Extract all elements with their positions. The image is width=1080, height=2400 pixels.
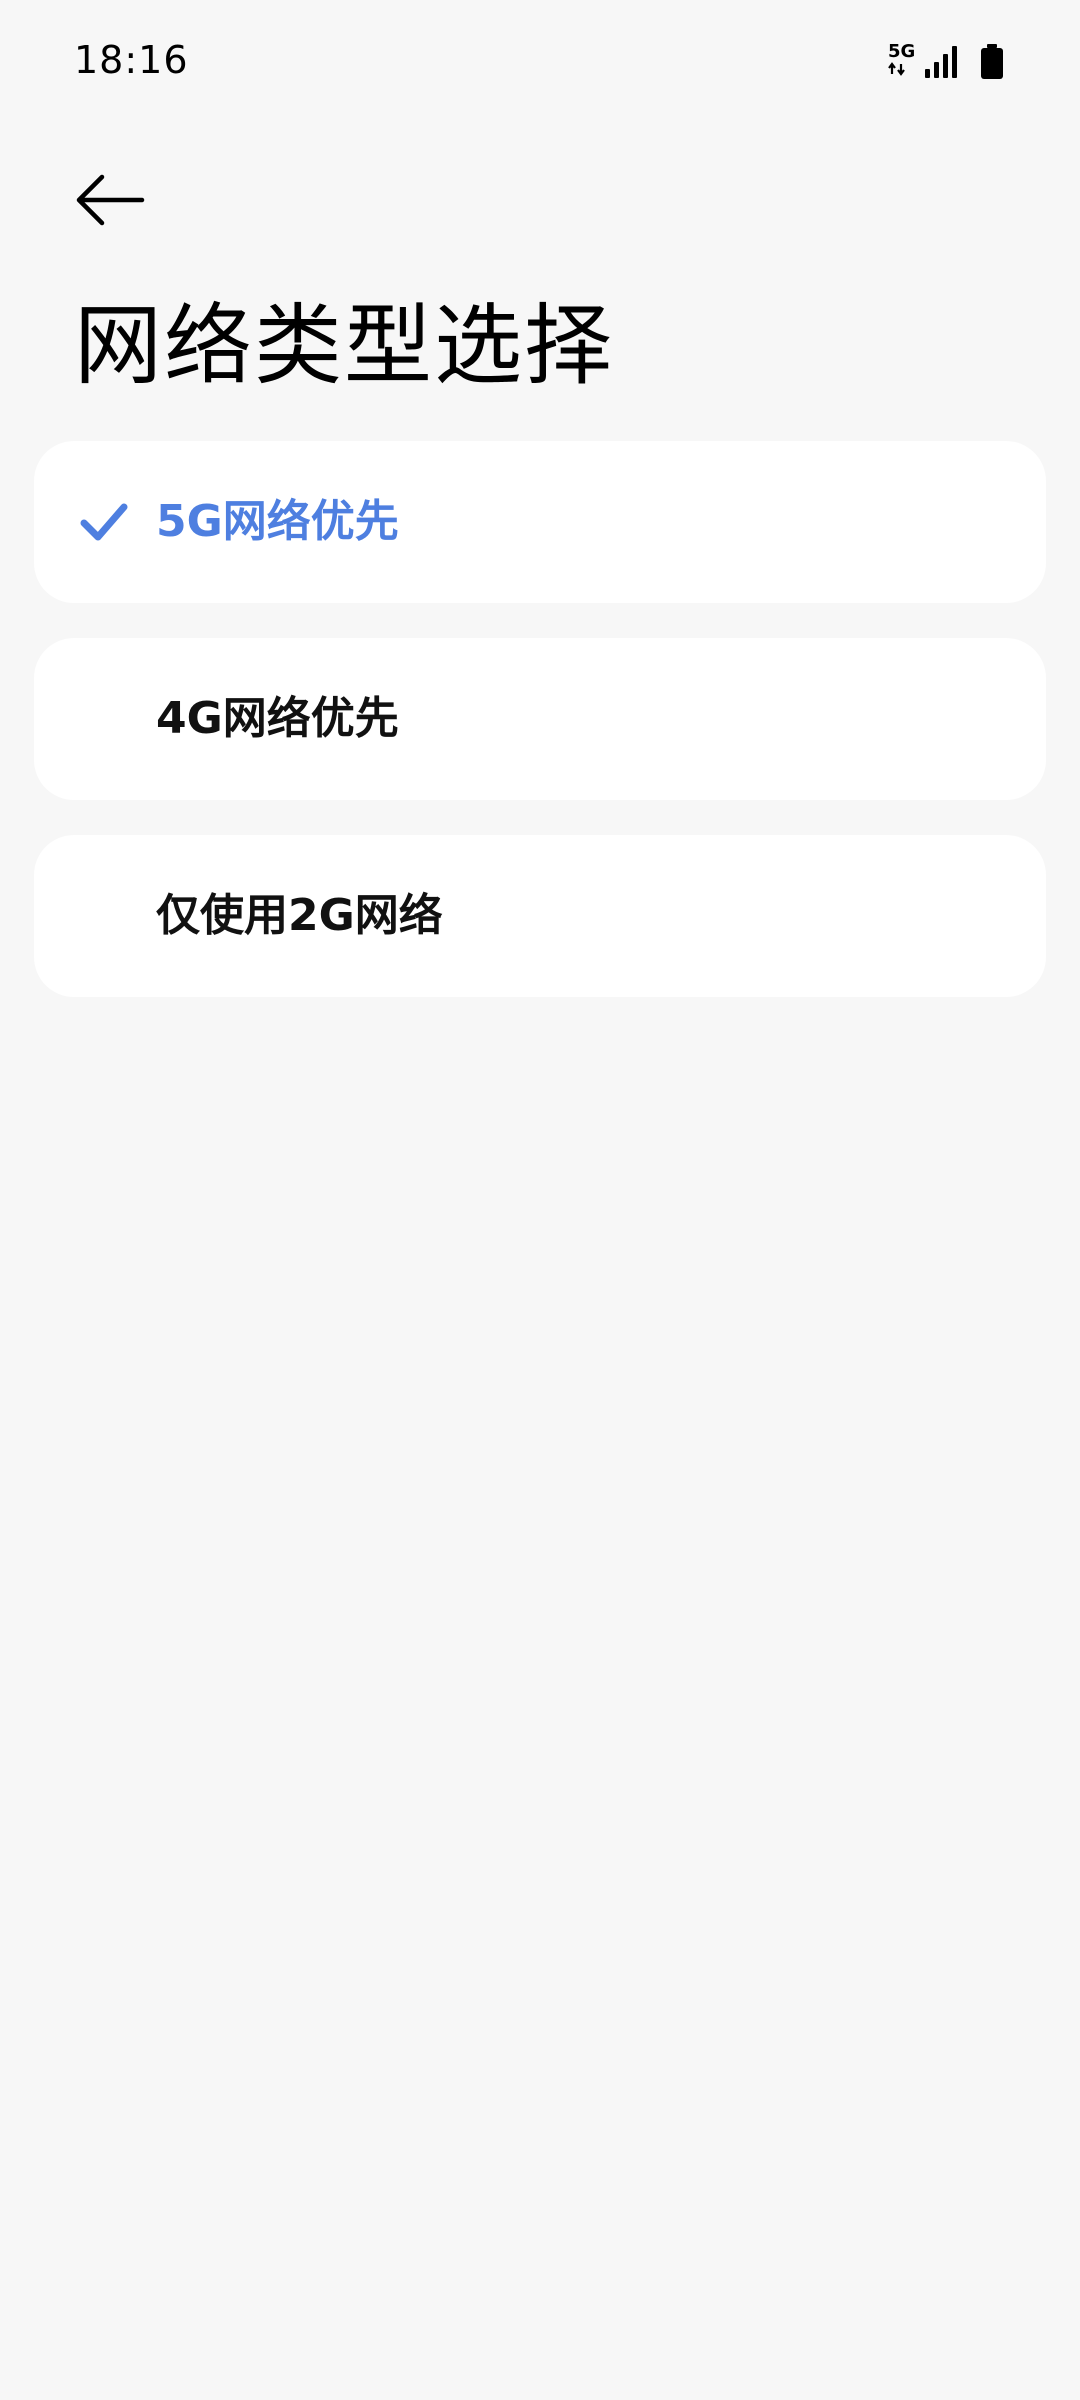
- option-4g-preferred[interactable]: 4G网络优先: [34, 638, 1046, 800]
- data-arrows-icon: [888, 62, 905, 76]
- back-button[interactable]: [70, 160, 150, 240]
- arrow-left-icon: [76, 174, 145, 226]
- option-label: 4G网络优先: [156, 693, 399, 744]
- network-type-options: 5G网络优先 4G网络优先 仅使用2G网络: [34, 441, 1046, 1032]
- signal-strength-icon: [925, 46, 957, 78]
- checkmark-icon: [80, 503, 128, 541]
- option-label: 仅使用2G网络: [156, 890, 443, 941]
- battery-icon: [981, 44, 1003, 79]
- option-2g-only[interactable]: 仅使用2G网络: [34, 835, 1046, 997]
- option-label: 5G网络优先: [156, 496, 399, 547]
- page-title: 网络类型选择: [74, 294, 615, 397]
- 5g-data-icon: 5G: [888, 42, 918, 82]
- status-time: 18:16: [74, 38, 189, 82]
- option-5g-preferred[interactable]: 5G网络优先: [34, 441, 1046, 603]
- status-icons: 5G: [888, 42, 1004, 82]
- status-bar: 18:16 5G: [0, 0, 1080, 130]
- network-type-label: 5G: [888, 41, 916, 62]
